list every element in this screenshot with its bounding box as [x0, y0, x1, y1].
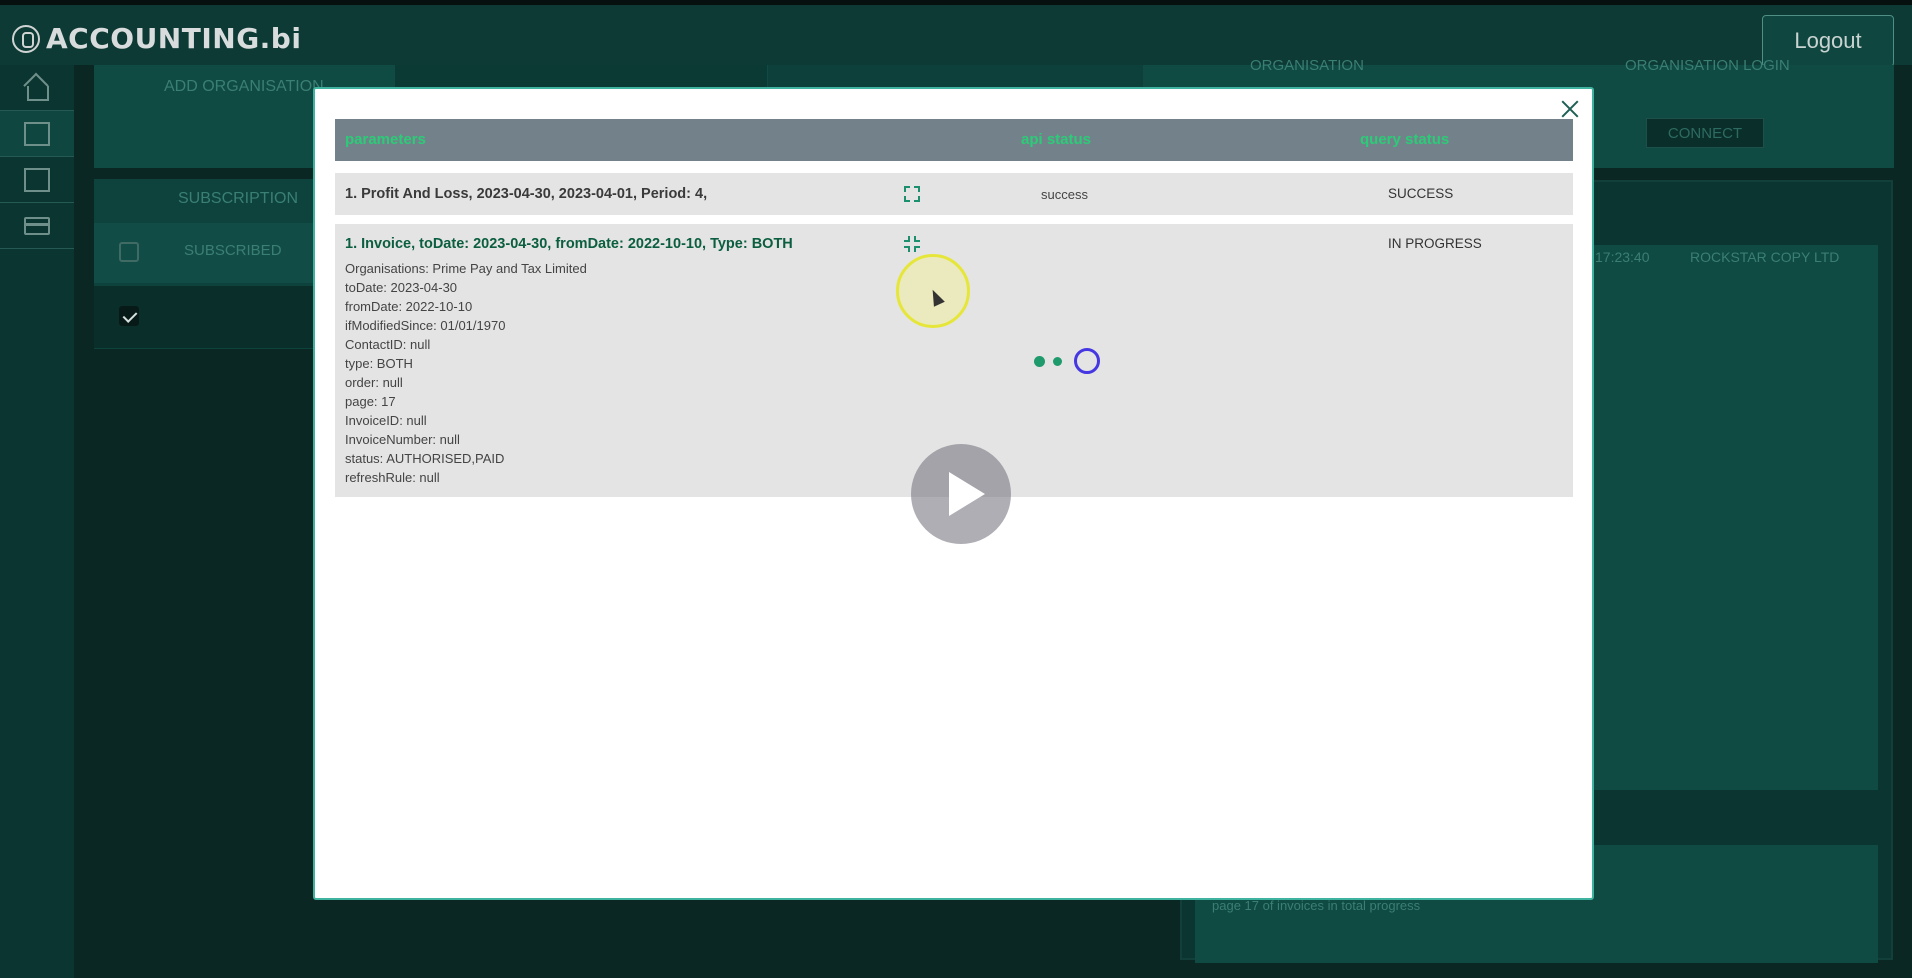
subscription-column-header: SUBSCRIPTION — [178, 190, 299, 207]
query-status-column-header: query status — [1360, 131, 1450, 148]
credit-card-icon — [24, 216, 50, 235]
parameter-item: InvoiceNumber: null — [345, 432, 460, 447]
query-status-modal: parameters api status query status 1. Pr… — [313, 87, 1594, 900]
org-card-left — [395, 65, 767, 87]
parameter-item: ContactID: null — [345, 337, 431, 352]
sidebar-item-home[interactable] — [0, 65, 74, 111]
organisation-login-column-header: ORGANISATION LOGIN — [1625, 57, 1790, 74]
connect-button[interactable]: CONNECT — [1646, 118, 1764, 148]
home-icon — [24, 76, 50, 101]
sidebar-item-billing[interactable] — [0, 203, 74, 249]
sidebar-item-organisations[interactable] — [0, 111, 74, 157]
query-status: IN PROGRESS — [1388, 236, 1482, 251]
collapse-icon[interactable] — [904, 236, 920, 252]
sidebar-item-reports[interactable] — [0, 157, 74, 203]
loading-dot — [1053, 357, 1062, 366]
api-status: success — [1041, 187, 1088, 202]
parameter-item: status: AUTHORISED,PAID — [345, 451, 505, 466]
parameter-item: order: null — [345, 375, 403, 390]
loading-spinner — [1074, 348, 1100, 374]
parameter-item: Organisations: Prime Pay and Tax Limited — [345, 261, 587, 276]
parameters-column-header: parameters — [345, 131, 426, 148]
log-row-time: 17:23:40 — [1595, 249, 1650, 265]
newspaper-icon — [24, 167, 50, 192]
top-bar: ACCOUNTING.bi Logout — [0, 0, 1912, 67]
log-row-org: ROCKSTAR COPY LTD — [1690, 249, 1840, 265]
sidebar — [0, 65, 74, 978]
close-icon[interactable] — [1558, 97, 1582, 121]
loading-dot — [1034, 356, 1045, 367]
organisation-column-header: ORGANISATION — [1250, 57, 1364, 74]
parameter-item: ifModifiedSince: 01/01/1970 — [345, 318, 506, 333]
org-card-right — [768, 65, 1143, 87]
api-status-column-header: api status — [1021, 131, 1092, 148]
parameter-list: Organisations: Prime Pay and Tax Limited… — [345, 259, 587, 487]
query-status: SUCCESS — [1388, 186, 1454, 201]
parameter-item: InvoiceID: null — [345, 413, 427, 428]
subscription-checkbox-checked[interactable] — [119, 306, 139, 326]
row-title: 1. Invoice, toDate: 2023-04-30, fromDate… — [345, 236, 793, 252]
add-organisation-link[interactable]: ADD ORGANISATION — [164, 78, 324, 96]
parameter-item: type: BOTH — [345, 356, 413, 371]
expand-icon[interactable] — [904, 186, 920, 202]
log-footer-text: page 17 of invoices in total progress — [1212, 898, 1421, 913]
parameter-item: refreshRule: null — [345, 470, 440, 485]
subscribed-status: SUBSCRIBED — [184, 242, 282, 259]
table-row: 1. Profit And Loss, 2023-04-30, 2023-04-… — [335, 173, 1573, 215]
play-icon[interactable] — [911, 444, 1011, 544]
subscription-checkbox[interactable] — [119, 242, 139, 262]
table-header: parameters api status query status — [335, 119, 1573, 161]
app-logo[interactable]: ACCOUNTING.bi — [12, 22, 301, 55]
parameter-item: toDate: 2023-04-30 — [345, 280, 458, 295]
logo-icon — [12, 24, 40, 53]
parameter-item: page: 17 — [345, 394, 396, 409]
parameter-item: fromDate: 2022-10-10 — [345, 299, 473, 314]
logo-text: ACCOUNTING.bi — [46, 22, 302, 55]
row-title: 1. Profit And Loss, 2023-04-30, 2023-04-… — [345, 186, 708, 202]
building-icon — [24, 121, 50, 146]
